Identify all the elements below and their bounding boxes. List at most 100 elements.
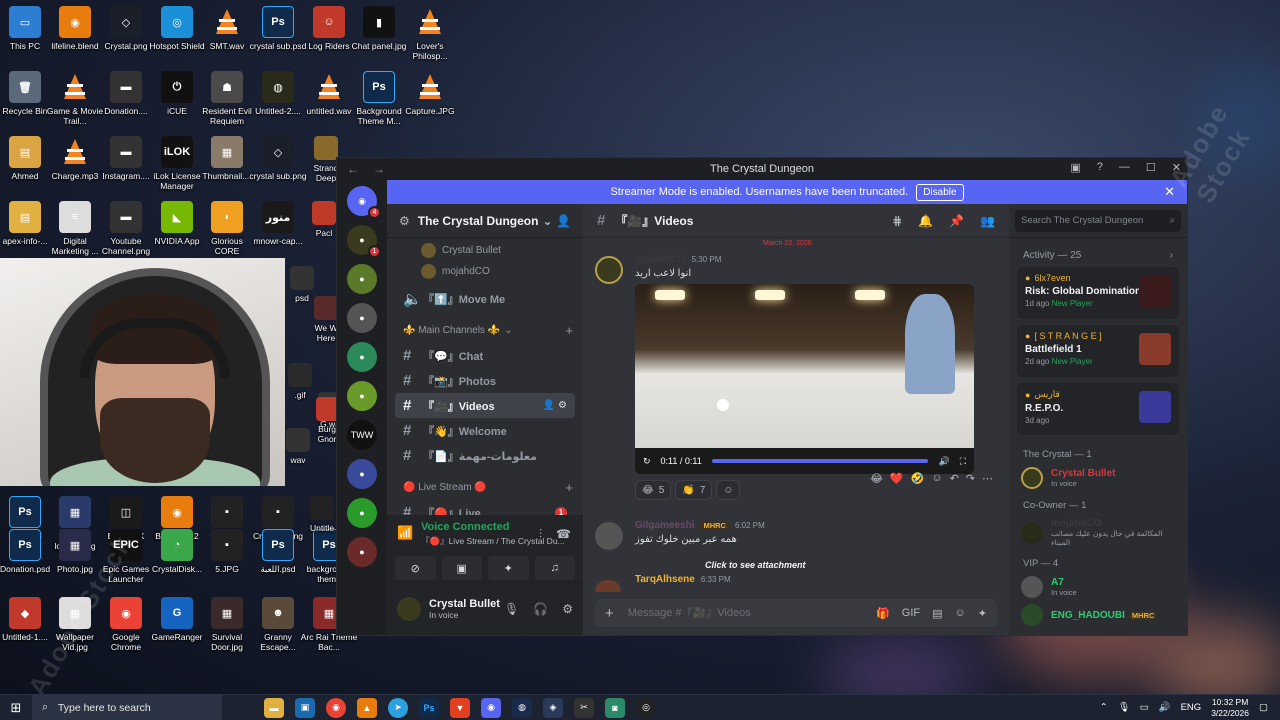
forward-icon[interactable]: → [373, 162, 385, 176]
chrome-icon[interactable]: ◉ [326, 697, 346, 718]
disable-streamer-button[interactable]: Disable [916, 183, 964, 201]
desktop-icon[interactable]: ◉ lifeline.blend [46, 6, 104, 51]
member-item[interactable]: A7 In voice [1009, 573, 1187, 601]
server-icon[interactable]: ● [347, 537, 377, 567]
desktop-icon[interactable]: ▬ Youtube Channel.png [97, 201, 155, 256]
activity-card[interactable]: ● قاريس R.E.P.O. 3d ago [1017, 383, 1179, 435]
steam-icon[interactable]: ◍ [512, 697, 532, 718]
desktop-icon[interactable]: Ps Background Theme M... [350, 71, 408, 126]
avatar[interactable] [397, 597, 421, 621]
desktop-icon[interactable]: ☗ Resident Evil Requiem [198, 71, 256, 126]
server-icon[interactable]: ● [347, 459, 377, 489]
reply-icon[interactable]: ↶ [950, 472, 959, 485]
network-icon[interactable]: ▭ [1140, 702, 1149, 713]
sticker-icon[interactable]: ▤ [932, 607, 942, 620]
desktop-icon[interactable]: Lover's Philosp... [401, 6, 459, 61]
desktop-icon[interactable]: ☻ Granny Escape... [249, 597, 307, 652]
replay-icon[interactable]: ↻ [643, 456, 651, 467]
desktop-icon[interactable]: ▬ Instagram.... [97, 136, 155, 181]
desktop-icon[interactable]: ◇ Crystal.png [97, 6, 155, 51]
mic-icon[interactable]: 🎙 [504, 602, 519, 616]
voice-user[interactable]: Crystal Bullet [387, 238, 583, 259]
desktop-icon[interactable]: .gif [286, 363, 314, 400]
gift-icon[interactable]: 🎁 [876, 607, 890, 620]
brave-icon[interactable]: ▼ [450, 697, 470, 718]
desktop-icon[interactable]: Ps اللعبة.psd [249, 529, 307, 574]
reply-preview[interactable]: Click to see attachment [595, 560, 999, 570]
capcut-icon[interactable]: ✂ [574, 697, 594, 718]
activity-card[interactable]: ●[ S T R A N G E ] Battlefield 1 2d ago Ne… [1017, 325, 1179, 377]
volume-icon[interactable]: 🔊 [938, 456, 949, 467]
soundboard-button[interactable]: ♫ [534, 556, 575, 580]
windows-start-icon[interactable]: ⊞ [0, 700, 32, 716]
category-live-stream[interactable]: 🔴 Live Stream 🔴 + [387, 474, 583, 500]
member-item[interactable]: Crystal Bullet In voice [1009, 464, 1187, 492]
desktop-icon[interactable]: ▮ Chat panel.jpg [350, 6, 408, 51]
server-icon[interactable]: ● 1 [347, 225, 381, 258]
add-reaction-button[interactable]: ☺ [716, 480, 741, 500]
app-icon[interactable]: ▣ [295, 697, 315, 718]
server-icon[interactable]: ● [347, 264, 377, 294]
add-reaction-icon[interactable]: ☺ [931, 472, 942, 485]
inbox-icon[interactable]: ▣ [1070, 161, 1080, 174]
desktop-icon[interactable]: ▪ 5.JPG [198, 529, 256, 574]
server-icon[interactable]: ● [347, 498, 377, 528]
emoji-icon[interactable]: ☺ [955, 607, 966, 620]
server-icon[interactable]: TWW [347, 420, 377, 450]
avatar[interactable] [595, 522, 623, 550]
mic-icon[interactable]: 🎙 [1118, 702, 1130, 713]
desktop-icon[interactable]: Capture.JPG [401, 71, 459, 116]
app-icon[interactable]: ◙ [605, 697, 625, 718]
minimize-button[interactable]: — [1119, 161, 1130, 174]
fullscreen-icon[interactable]: ⛶ [960, 456, 966, 467]
telegram-icon[interactable]: ➤ [388, 697, 408, 718]
gear-icon[interactable]: ⚙ [562, 602, 573, 616]
desktop-icon[interactable]: Pacl [310, 201, 338, 238]
disconnect-icon[interactable]: ☎ [556, 527, 571, 542]
desktop-icon[interactable]: wav [284, 428, 312, 465]
bell-icon[interactable]: 🔔 [918, 214, 933, 228]
desktop-icon[interactable]: ◗ Glorious CORE [198, 201, 256, 256]
taskbar-search[interactable]: ⌕ Type here to search [32, 694, 222, 720]
add-member-icon[interactable]: 👤 [556, 214, 571, 228]
close-banner-icon[interactable]: ✕ [1164, 184, 1175, 200]
react-rofl-icon[interactable]: 🤣 [911, 472, 925, 485]
desktop-icon[interactable]: منور mnowr-cap... [249, 201, 307, 246]
desktop-icon[interactable]: ◇ crystal sub.png [249, 136, 307, 181]
channel-item[interactable]: # 『👋』Welcome [395, 418, 575, 443]
member-item[interactable]: mojahdCO المكالمة في حال يدون عليك مصائب … [1009, 515, 1187, 550]
message-author[interactable]: Gilgameeshi [635, 520, 694, 531]
noise-suppression-icon[interactable]: ⫶ [539, 527, 542, 542]
desktop-icon[interactable]: Ps crystal sub.psd [249, 6, 307, 51]
discord-home-icon[interactable]: ◉ 4 [347, 186, 381, 219]
video-attachment[interactable]: ↻ 0:11 / 0:11 🔊 ⛶ [635, 284, 974, 474]
camera-button[interactable]: ⊘ [395, 556, 436, 580]
message-input[interactable] [627, 607, 877, 619]
pin-icon[interactable]: 📌 [949, 214, 964, 228]
server-icon[interactable]: ● [347, 342, 377, 372]
chevron-up-icon[interactable]: ⌃ [1100, 702, 1108, 713]
photoshop-icon[interactable]: Ps [419, 697, 439, 718]
screen-share-button[interactable]: ▣ [441, 556, 482, 580]
desktop-icon[interactable]: ▬ Donation.... [97, 71, 155, 116]
language-indicator[interactable]: ENG [1181, 702, 1202, 713]
voice-user[interactable]: mojahdCO [387, 259, 583, 280]
add-channel-icon[interactable]: + [565, 323, 573, 338]
channel-settings-icon[interactable]: 👤 ⚙ [543, 400, 567, 411]
upload-plus-icon[interactable]: + [605, 605, 614, 622]
channel-item[interactable]: # 『📸』Photos [395, 368, 575, 393]
chevron-right-icon[interactable]: › [1170, 250, 1173, 261]
notification-icon[interactable]: ▢ [1259, 702, 1268, 713]
discord-icon[interactable]: ◉ [481, 697, 501, 718]
message-author[interactable]: mojahdCO [635, 254, 686, 265]
avatar[interactable] [595, 256, 623, 284]
desktop-icon[interactable]: ≡ Digital Marketing ... [46, 201, 104, 256]
file-explorer-icon[interactable]: ▬ [264, 697, 284, 718]
back-icon[interactable]: ← [347, 162, 359, 176]
channel-item[interactable]: # 『💬』Chat [395, 343, 575, 368]
video-progress[interactable] [711, 459, 929, 463]
threads-icon[interactable]: ⋕ [892, 214, 902, 228]
gif-icon[interactable]: GIF [902, 607, 920, 620]
help-icon[interactable]: ? [1097, 161, 1103, 174]
react-heart-icon[interactable]: ❤️ [890, 472, 904, 485]
